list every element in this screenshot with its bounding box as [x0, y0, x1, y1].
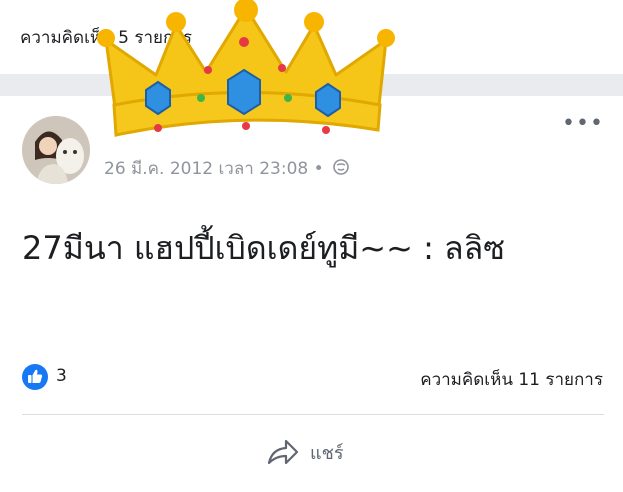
crown-sticker [97, 0, 395, 137]
more-options-button[interactable]: ••• [562, 113, 603, 138]
like-icon[interactable] [22, 364, 48, 390]
like-count[interactable]: 3 [56, 366, 67, 386]
post-timestamp[interactable]: 26 มี.ค. 2012 เวลา 23:08 • [104, 155, 349, 182]
share-label: แชร์ [310, 442, 344, 464]
share-button[interactable]: แชร์ [266, 434, 344, 470]
globe-icon [333, 158, 349, 180]
comment-count[interactable]: ความคิดเห็น 11 รายการ [420, 366, 603, 393]
share-icon [267, 439, 299, 465]
post-body-text: 27มีนา แฮปปี้เบิดเดย์ทูมี~~ : ลลิซ [22, 229, 505, 267]
avatar[interactable] [22, 116, 90, 184]
action-divider [22, 414, 604, 415]
timestamp-text: 26 มี.ค. 2012 เวลา 23:08 • [104, 159, 324, 179]
